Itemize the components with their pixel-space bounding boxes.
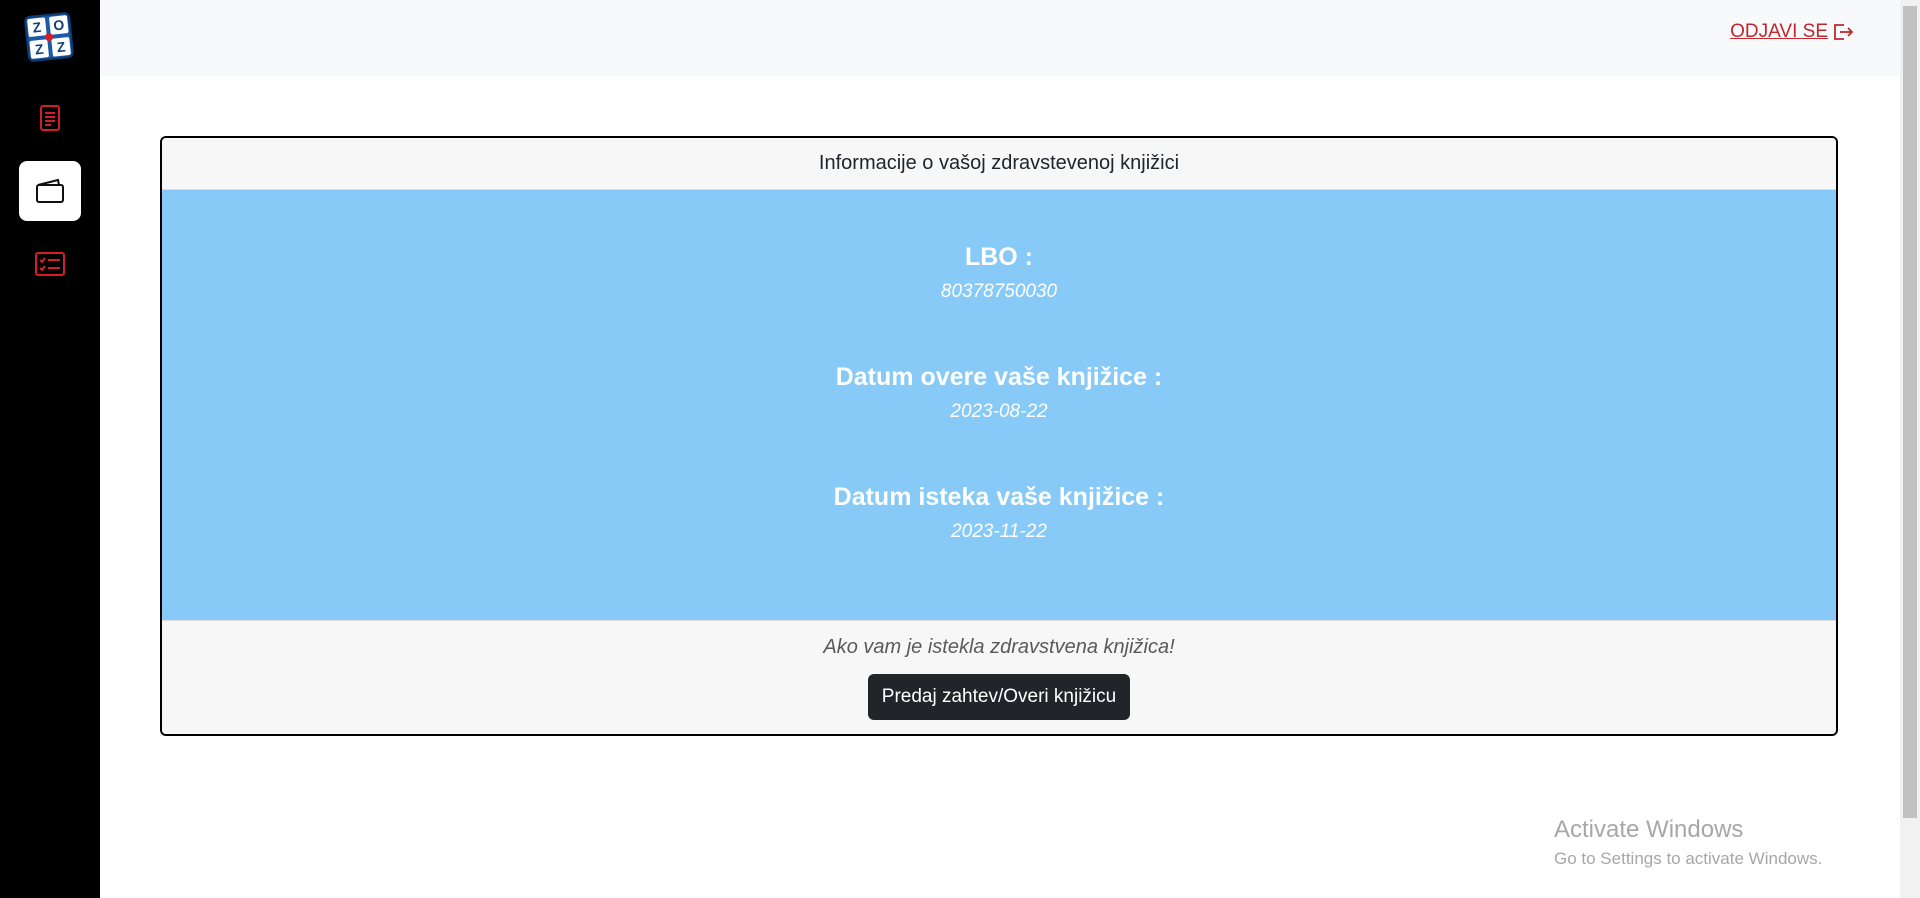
watermark-title: Activate Windows [1554, 816, 1744, 843]
card-body: LBO : 80378750030 Datum overe vaše knjiž… [162, 190, 1836, 620]
sidebar-item-documents[interactable] [19, 88, 81, 148]
top-bar: ODJAVI SE [100, 0, 1900, 76]
logout-label: ODJAVI SE [1730, 21, 1828, 42]
logo-cell: O [48, 15, 69, 35]
sidebar-item-checklist[interactable] [19, 234, 81, 294]
scrollbar-thumb[interactable] [1903, 6, 1917, 818]
card-footer: Ako vam je istekla zdravstvena knjižica!… [162, 620, 1836, 734]
field-label: LBO : [964, 243, 1034, 271]
field-lbo: LBO : 80378750030 [162, 240, 1836, 360]
sidebar-item-health-card[interactable] [19, 161, 81, 221]
field-verification-date: Datum overe vaše knjižice : 2023-08-22 [162, 360, 1836, 480]
field-expiry-date: Datum isteka vaše knjižice : 2023-11-22 [162, 480, 1836, 600]
watermark-subtitle: Go to Settings to activate Windows. [1554, 849, 1823, 868]
vertical-scrollbar[interactable] [1900, 0, 1920, 898]
wallet-icon [36, 178, 64, 203]
app-logo[interactable]: Z O Z Z [23, 11, 75, 63]
submit-request-button[interactable]: Predaj zahtev/Overi knjižicu [867, 674, 1131, 720]
checklist-icon [35, 252, 65, 276]
windows-activation-watermark: Activate Windows Go to Settings to activ… [1554, 814, 1822, 872]
logo-cell: Z [27, 17, 47, 38]
logo-cell: Z [29, 39, 50, 59]
field-label: Datum overe vaše knjižice : [835, 363, 1163, 391]
field-value: 2023-11-22 [951, 521, 1047, 542]
logout-link[interactable]: ODJAVI SE [1730, 21, 1854, 43]
field-label: Datum isteka vaše knjižice : [833, 483, 1165, 511]
card-header: Informacije o vašoj zdravstevenoj knjiži… [162, 138, 1836, 190]
sidebar: Z O Z Z [0, 0, 100, 898]
field-value: 2023-08-22 [950, 401, 1048, 422]
document-icon [40, 105, 60, 131]
logo-cell: Z [51, 36, 71, 57]
field-value: 80378750030 [940, 281, 1058, 302]
logout-icon [1834, 24, 1854, 40]
expired-note: Ako vam je istekla zdravstvena knjižica! [823, 636, 1175, 658]
health-card-info: Informacije o vašoj zdravstevenoj knjiži… [160, 136, 1838, 736]
